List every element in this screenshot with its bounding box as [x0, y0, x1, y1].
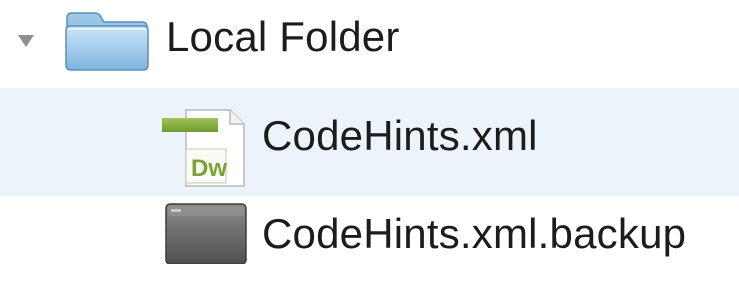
file-name-label: CodeHints.xml [262, 112, 538, 159]
folder-name-label: Local Folder [166, 13, 400, 60]
tree-row-codehints-xml[interactable]: Dw CodeHints.xml [0, 88, 739, 258]
folder-icon [65, 12, 149, 71]
triangle-down-icon[interactable] [16, 30, 36, 50]
file-tree: Local Folder Dw CodeHints.xml CodeHints.… [0, 0, 739, 268]
dreamweaver-file-icon: Dw [162, 109, 245, 187]
generic-file-icon [165, 203, 247, 264]
dw-badge: Dw [191, 155, 227, 182]
tree-row-codehints-backup[interactable]: CodeHints.xml.backup [0, 196, 739, 268]
tree-row-local-folder[interactable]: Local Folder [0, 0, 739, 88]
file-name-label: CodeHints.xml.backup [262, 210, 687, 257]
